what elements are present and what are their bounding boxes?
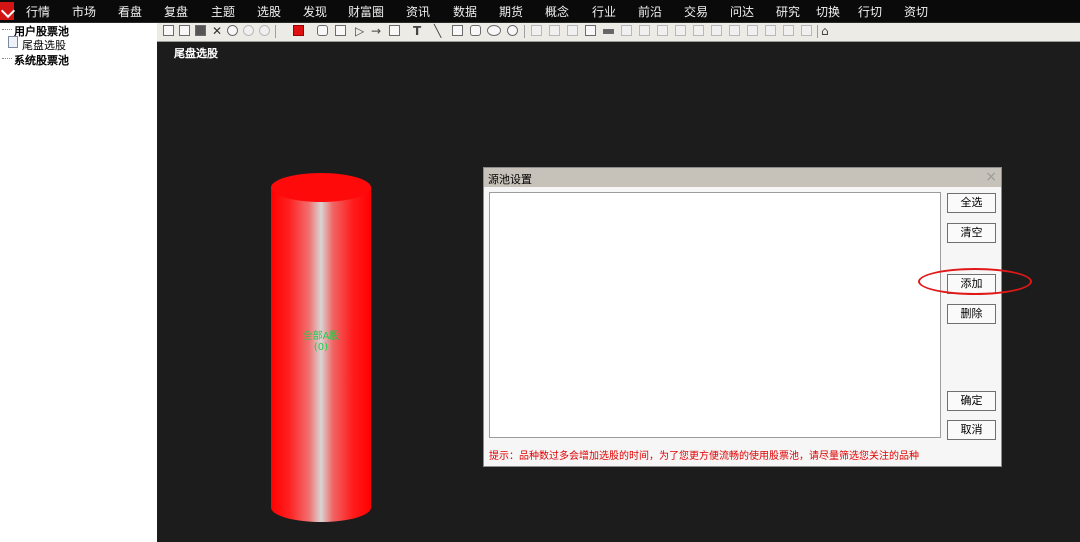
cancel-button[interactable]: 取消: [947, 420, 996, 440]
new-file-icon[interactable]: [163, 25, 174, 36]
space-h-icon[interactable]: [711, 25, 722, 36]
dialog-hint: 提示：品种数过多会增加选股的时间，为了您更方便流畅的使用股票池，请尽量筛选您关注…: [489, 451, 919, 462]
fill-color-icon[interactable]: [585, 25, 596, 36]
pointer-tool-icon[interactable]: [293, 25, 304, 36]
menu-item-discover[interactable]: 发现: [303, 3, 327, 20]
file-icon: [8, 36, 18, 48]
ok-button[interactable]: 确定: [947, 391, 996, 411]
copy-tool-icon[interactable]: [389, 25, 400, 36]
menu-item-frontier[interactable]: 前沿: [638, 3, 662, 20]
play-icon[interactable]: [227, 25, 238, 36]
tree-node-system-pool[interactable]: 系统股票池: [14, 52, 69, 68]
cylinder-top: [271, 173, 371, 202]
menu-item-stock-pick[interactable]: 选股: [257, 3, 281, 20]
same-width-icon[interactable]: [657, 25, 668, 36]
tree-node-tail-pick[interactable]: 尾盘选股: [22, 37, 66, 53]
menu-item-wenda[interactable]: 问达: [730, 3, 754, 20]
arrow-tool-icon[interactable]: →: [371, 24, 381, 38]
stock-pool-cylinder[interactable]: 全部A股 (0): [271, 173, 371, 522]
cylinder-tool-icon[interactable]: [317, 25, 328, 36]
toolbar-separator: [275, 25, 276, 38]
line-color-icon[interactable]: [603, 29, 614, 34]
menu-item-theme[interactable]: 主题: [211, 3, 235, 20]
text-tool-icon[interactable]: T: [413, 24, 421, 38]
pause-icon[interactable]: [243, 25, 254, 36]
cylinder-label: 全部A股 (0): [271, 331, 371, 353]
menu-item-industry[interactable]: 行业: [592, 3, 616, 20]
menu-item-hang-cut[interactable]: 行切: [858, 3, 882, 20]
send-back-icon[interactable]: [801, 25, 812, 36]
align-center-icon[interactable]: [549, 25, 560, 36]
source-pool-dialog: 源池设置 × 全选 清空 添加 删除 确定 取消 提示：品种数过多会增加选股的时…: [483, 167, 1002, 467]
same-height-icon[interactable]: [675, 25, 686, 36]
tree-connector: [2, 29, 12, 30]
cylinder-label-name: 全部A股: [302, 331, 340, 342]
distribute-v-icon[interactable]: [639, 25, 650, 36]
circle-tool-icon[interactable]: [507, 25, 518, 36]
source-pool-list[interactable]: [489, 192, 941, 438]
menu-item-research[interactable]: 研究: [776, 3, 800, 20]
menu-item-market[interactable]: 市场: [72, 3, 96, 20]
stock-pool-tree: 用户股票池 尾盘选股 系统股票池: [0, 23, 157, 542]
menu-item-zi-cut[interactable]: 资切: [904, 3, 928, 20]
home-icon[interactable]: ⌂: [821, 24, 829, 38]
menu-item-data[interactable]: 数据: [453, 3, 477, 20]
menu-item-futures[interactable]: 期货: [499, 3, 523, 20]
menu-item-watch[interactable]: 看盘: [118, 3, 142, 20]
rounded-rect-tool-icon[interactable]: [470, 25, 481, 36]
triangle-tool-icon[interactable]: ▷: [355, 24, 364, 38]
drawing-toolbar: ✕ ▷ → T ╲ ⌂: [157, 23, 1080, 42]
open-folder-icon[interactable]: [179, 25, 190, 36]
stop-icon[interactable]: [259, 25, 270, 36]
menu-item-review[interactable]: 复盘: [164, 3, 188, 20]
main-menu-bar: 行情 市场 看盘 复盘 主题 选股 发现 财富圈 资讯 数据 期货 概念 行业 …: [0, 0, 1080, 23]
align-right-icon[interactable]: [567, 25, 578, 36]
dialog-titlebar[interactable]: 源池设置 ×: [484, 168, 1001, 187]
center-h-icon[interactable]: [747, 25, 758, 36]
highlight-ellipse-annotation: [918, 268, 1032, 295]
save-icon[interactable]: [195, 25, 206, 36]
close-icon[interactable]: ×: [985, 169, 997, 185]
align-left-icon[interactable]: [531, 25, 542, 36]
menu-item-concept[interactable]: 概念: [545, 3, 569, 20]
delete-button[interactable]: 删除: [947, 304, 996, 324]
menu-item-trade[interactable]: 交易: [684, 3, 708, 20]
tree-connector: [2, 58, 12, 59]
dialog-title: 源池设置: [488, 173, 532, 186]
clear-button[interactable]: 清空: [947, 223, 996, 243]
toolbar-separator: [524, 25, 525, 38]
app-logo-icon[interactable]: [0, 2, 14, 20]
menu-item-news[interactable]: 资讯: [406, 3, 430, 20]
center-v-icon[interactable]: [765, 25, 776, 36]
rectangle-tool-icon[interactable]: [452, 25, 463, 36]
select-all-button[interactable]: 全选: [947, 193, 996, 213]
menu-item-quotes[interactable]: 行情: [26, 3, 50, 20]
same-size-icon[interactable]: [693, 25, 704, 36]
bring-front-icon[interactable]: [783, 25, 794, 36]
line-tool-icon[interactable]: ╲: [434, 24, 441, 38]
space-v-icon[interactable]: [729, 25, 740, 36]
distribute-h-icon[interactable]: [621, 25, 632, 36]
ellipse-tool-icon[interactable]: [487, 25, 501, 36]
menu-item-switch[interactable]: 切换: [816, 3, 840, 20]
toolbar-separator: [817, 25, 818, 38]
note-tool-icon[interactable]: [335, 25, 346, 36]
delete-icon[interactable]: ✕: [212, 24, 222, 38]
menu-item-wealth-circle[interactable]: 财富圈: [348, 3, 384, 20]
canvas-title: 尾盘选股: [174, 47, 218, 60]
cylinder-label-count: (0): [313, 342, 329, 353]
